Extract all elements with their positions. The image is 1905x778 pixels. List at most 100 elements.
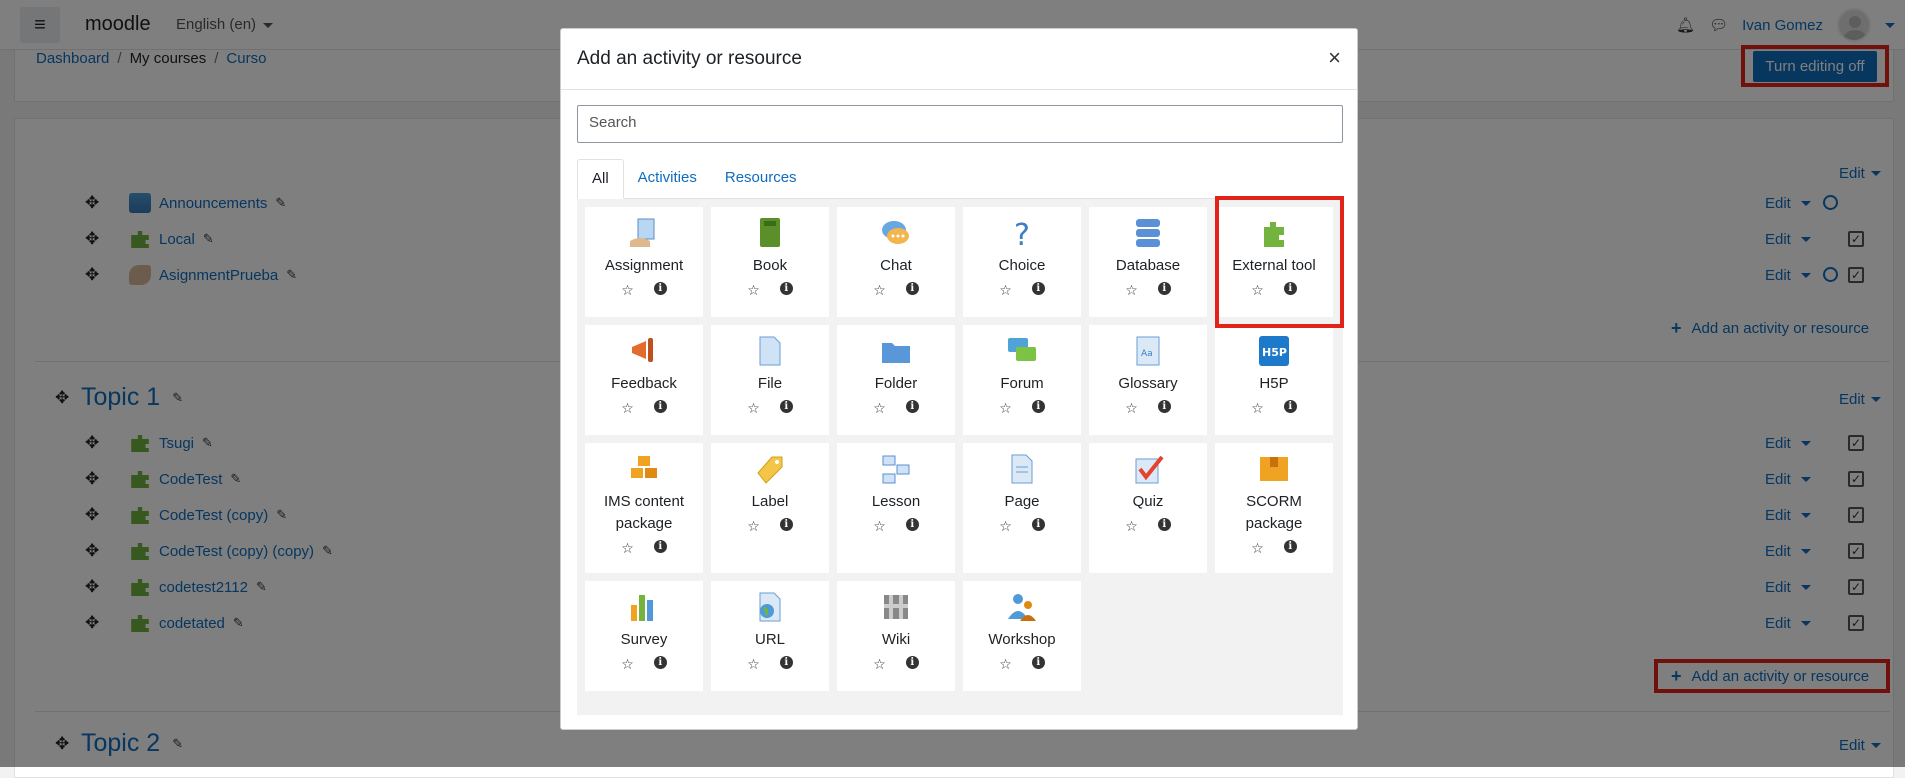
chooser-item-workshop[interactable]: Workshop ☆ i: [963, 581, 1081, 691]
chooser-item-quiz[interactable]: Quiz ☆ i: [1089, 443, 1207, 573]
info-icon[interactable]: i: [1031, 282, 1045, 295]
star-icon[interactable]: ☆: [1125, 400, 1138, 417]
info-icon[interactable]: i: [905, 282, 919, 295]
forum-icon: [1004, 333, 1040, 369]
star-icon[interactable]: ☆: [747, 282, 760, 299]
chooser-item-name: Database: [1115, 257, 1181, 274]
info-icon[interactable]: i: [653, 282, 667, 295]
info-icon[interactable]: i: [1283, 540, 1297, 553]
chooser-item-feedback[interactable]: Feedback ☆ i: [585, 325, 703, 435]
info-icon[interactable]: i: [1031, 656, 1045, 669]
package-icon: [626, 451, 662, 487]
megaphone-icon: [626, 333, 662, 369]
info-icon[interactable]: i: [779, 282, 793, 295]
chooser-item-name: Feedback: [611, 375, 677, 392]
tab-resources[interactable]: Resources: [711, 159, 811, 198]
info-icon[interactable]: i: [1283, 400, 1297, 413]
chooser-item-url[interactable]: URL ☆ i: [711, 581, 829, 691]
info-icon[interactable]: i: [1157, 282, 1171, 295]
star-icon[interactable]: ☆: [1125, 282, 1138, 299]
tab-activities[interactable]: Activities: [624, 159, 711, 198]
chooser-item-chat[interactable]: Chat ☆ i: [837, 207, 955, 317]
chooser-item-name: Glossary: [1118, 375, 1178, 392]
star-icon[interactable]: ☆: [999, 656, 1012, 673]
info-icon[interactable]: i: [653, 400, 667, 413]
chooser-item-name: File: [757, 375, 783, 392]
chooser-item-h5p[interactable]: H5P H5P ☆ i: [1215, 325, 1333, 435]
star-icon[interactable]: ☆: [999, 282, 1012, 299]
chooser-item-name: Page: [1004, 493, 1040, 510]
info-icon[interactable]: i: [653, 656, 667, 669]
highlight-box: [1215, 196, 1344, 328]
info-icon[interactable]: i: [905, 656, 919, 669]
star-icon[interactable]: ☆: [621, 656, 634, 673]
star-icon[interactable]: ☆: [1251, 400, 1264, 417]
svg-text:?: ?: [1014, 218, 1030, 249]
tab-all[interactable]: All: [577, 159, 624, 199]
chooser-item-name: Survey: [620, 631, 668, 648]
star-icon[interactable]: ☆: [873, 282, 886, 299]
chooser-item-file[interactable]: File ☆ i: [711, 325, 829, 435]
star-icon[interactable]: ☆: [747, 656, 760, 673]
chooser-item-assignment[interactable]: Assignment ☆ i: [585, 207, 703, 317]
info-icon[interactable]: i: [1157, 518, 1171, 531]
chooser-item-name: Choice: [998, 257, 1046, 274]
info-icon[interactable]: i: [1031, 400, 1045, 413]
chooser-item-wiki[interactable]: Wiki ☆ i: [837, 581, 955, 691]
star-icon[interactable]: ☆: [873, 400, 886, 417]
chooser-item-glossary[interactable]: Aa Glossary ☆ i: [1089, 325, 1207, 435]
chooser-item-database[interactable]: Database ☆ i: [1089, 207, 1207, 317]
chooser-item-lesson[interactable]: Lesson ☆ i: [837, 443, 955, 573]
file-icon: [752, 333, 788, 369]
chooser-item-page[interactable]: Page ☆ i: [963, 443, 1081, 573]
star-icon[interactable]: ☆: [621, 400, 634, 417]
star-icon[interactable]: ☆: [1251, 540, 1264, 557]
chat-icon: [878, 215, 914, 251]
info-icon[interactable]: i: [1157, 400, 1171, 413]
chooser-item-name: Workshop: [988, 631, 1056, 648]
info-icon[interactable]: i: [779, 656, 793, 669]
info-icon[interactable]: i: [905, 518, 919, 531]
chooser-item-name: Lesson: [871, 493, 921, 510]
star-icon[interactable]: ☆: [1125, 518, 1138, 535]
chooser-item-label[interactable]: Label ☆ i: [711, 443, 829, 573]
info-icon[interactable]: i: [779, 400, 793, 413]
star-icon[interactable]: ☆: [621, 540, 634, 557]
svg-text:Aa: Aa: [1141, 349, 1153, 359]
activity-chooser-modal: Add an activity or resource × Search All…: [560, 28, 1358, 730]
info-icon[interactable]: i: [779, 518, 793, 531]
glossary-icon: Aa: [1130, 333, 1166, 369]
survey-icon: [626, 589, 662, 625]
chooser-item-name: Chat: [880, 257, 912, 274]
star-icon[interactable]: ☆: [747, 400, 760, 417]
chooser-item-survey[interactable]: Survey ☆ i: [585, 581, 703, 691]
star-icon[interactable]: ☆: [873, 656, 886, 673]
info-icon[interactable]: i: [1031, 518, 1045, 531]
star-icon[interactable]: ☆: [747, 518, 760, 535]
wiki-icon: [878, 589, 914, 625]
chooser-item-scorm-package[interactable]: SCORM package ☆ i: [1215, 443, 1333, 573]
chooser-item-choice[interactable]: ? Choice ☆ i: [963, 207, 1081, 317]
book-icon: [752, 215, 788, 251]
star-icon[interactable]: ☆: [873, 518, 886, 535]
chooser-item-name: Wiki: [881, 631, 911, 648]
chooser-item-folder[interactable]: Folder ☆ i: [837, 325, 955, 435]
chooser-item-name: SCORM package: [1245, 493, 1303, 532]
star-icon[interactable]: ☆: [621, 282, 634, 299]
database-icon: [1130, 215, 1166, 251]
chooser-item-name: Quiz: [1132, 493, 1164, 510]
search-input[interactable]: Search: [577, 105, 1343, 143]
info-icon[interactable]: i: [905, 400, 919, 413]
star-icon[interactable]: ☆: [999, 518, 1012, 535]
workshop-icon: [1004, 589, 1040, 625]
chooser-item-name: Assignment: [604, 257, 684, 274]
chooser-tabs: All Activities Resources: [577, 159, 1343, 199]
close-icon[interactable]: ×: [1328, 45, 1341, 71]
star-icon[interactable]: ☆: [999, 400, 1012, 417]
h5p-icon: H5P: [1256, 333, 1292, 369]
chooser-item-forum[interactable]: Forum ☆ i: [963, 325, 1081, 435]
info-icon[interactable]: i: [653, 540, 667, 553]
folder-icon: [878, 333, 914, 369]
chooser-item-book[interactable]: Book ☆ i: [711, 207, 829, 317]
chooser-item-ims-content-package[interactable]: IMS content package ☆ i: [585, 443, 703, 573]
